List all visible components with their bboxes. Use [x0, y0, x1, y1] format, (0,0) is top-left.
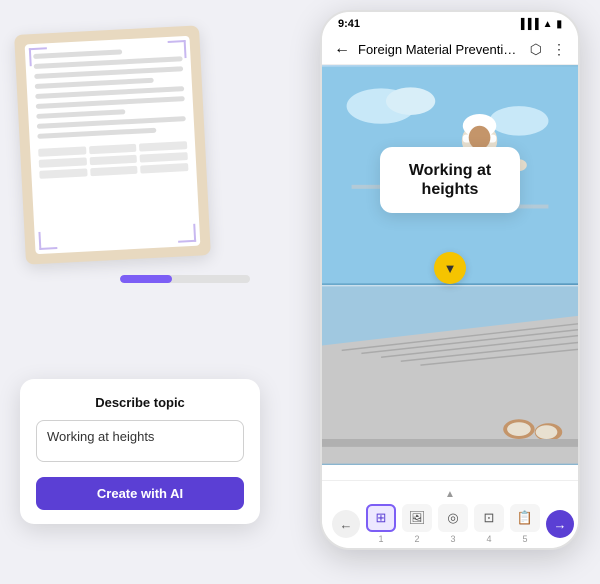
wifi-icon: ▲	[543, 19, 553, 30]
phone-mockup: 9:41 ▐▐▐ ▲ ▮ ← Foreign Material Preventi…	[320, 10, 580, 550]
battery-icon: ▮	[556, 19, 562, 30]
doc-line	[37, 128, 156, 139]
slide-num-4: 4	[486, 534, 491, 544]
slide-num-2: 2	[414, 534, 419, 544]
doc-table	[38, 141, 188, 179]
doc-line	[36, 96, 185, 109]
doc-cell	[140, 152, 188, 162]
doc-line	[35, 78, 154, 89]
slide-icon-5: 📋	[510, 504, 540, 532]
topic-card: Working at heights	[380, 147, 520, 213]
doc-cell	[89, 155, 137, 165]
slide-icon-4: ⊡	[474, 504, 504, 532]
describe-input[interactable]: Working at heights	[36, 420, 244, 462]
describe-title: Describe topic	[36, 395, 244, 410]
slide-icon-2: 🖼	[402, 504, 432, 532]
chevron-down-button[interactable]: ▼	[434, 252, 466, 284]
describe-card: Describe topic Working at heights Create…	[20, 379, 260, 524]
slide-num-5: 5	[522, 534, 527, 544]
nav-bar[interactable]: ← Foreign Material Prevention... ⬡ ⋮	[322, 34, 578, 65]
doc-cell	[38, 146, 86, 156]
roof-scene-svg	[322, 285, 578, 465]
status-icons: ▐▐▐ ▲ ▮	[517, 19, 562, 30]
next-button[interactable]: →	[546, 510, 574, 538]
bracket-br	[177, 224, 196, 243]
nav-title: Foreign Material Prevention...	[358, 42, 522, 57]
signal-icon: ▐▐▐	[517, 19, 538, 30]
toolbar-item-3[interactable]: ◎ 3	[438, 504, 468, 544]
progress-fill	[120, 275, 172, 283]
bracket-tr	[168, 40, 187, 59]
progress-bar	[120, 275, 250, 283]
status-time: 9:41	[338, 18, 360, 30]
doc-line	[37, 116, 186, 129]
toolbar-item-5[interactable]: 📋 5	[510, 504, 540, 544]
bracket-tl	[29, 47, 48, 66]
doc-cell	[39, 168, 87, 178]
doc-line	[34, 66, 183, 79]
toolbar-item-2[interactable]: 🖼 2	[402, 504, 432, 544]
scene: 9:41 ▐▐▐ ▲ ▮ ← Foreign Material Preventi…	[0, 0, 600, 584]
chevron-icon: ▼	[444, 261, 457, 276]
bracket-bl	[38, 231, 57, 250]
slide-icon-1: ⊞	[366, 504, 396, 532]
doc-cell	[39, 157, 87, 167]
status-bar: 9:41 ▐▐▐ ▲ ▮	[322, 12, 578, 34]
back-icon[interactable]: ←	[334, 40, 350, 58]
slide-num-3: 3	[450, 534, 455, 544]
doc-cell	[89, 144, 137, 154]
card-title: Working at heights	[400, 161, 500, 199]
slide-icon-3: ◎	[438, 504, 468, 532]
phone-toolbar: ▲ ← ⊞ 1 🖼 2 ◎ 3 ⊡ 4	[322, 480, 578, 548]
doc-line	[36, 109, 126, 119]
slide-num-1: 1	[378, 534, 383, 544]
toolbar-items: ← ⊞ 1 🖼 2 ◎ 3 ⊡ 4 📋	[332, 504, 568, 544]
doc-cell	[139, 141, 187, 151]
nav-icons: ⬡ ⋮	[530, 41, 566, 58]
share-icon[interactable]: ⬡	[530, 41, 542, 58]
arrow-up: ▲	[332, 489, 568, 500]
doc-cell	[140, 163, 188, 173]
document-card	[14, 25, 211, 264]
more-icon[interactable]: ⋮	[552, 41, 566, 58]
toolbar-item-1[interactable]: ⊞ 1	[366, 504, 396, 544]
bottom-image	[322, 285, 578, 465]
doc-cell	[90, 166, 138, 176]
document-inner	[25, 36, 201, 254]
prev-button[interactable]: ←	[332, 510, 360, 538]
toolbar-item-4[interactable]: ⊡ 4	[474, 504, 504, 544]
create-button[interactable]: Create with AI	[36, 477, 244, 510]
